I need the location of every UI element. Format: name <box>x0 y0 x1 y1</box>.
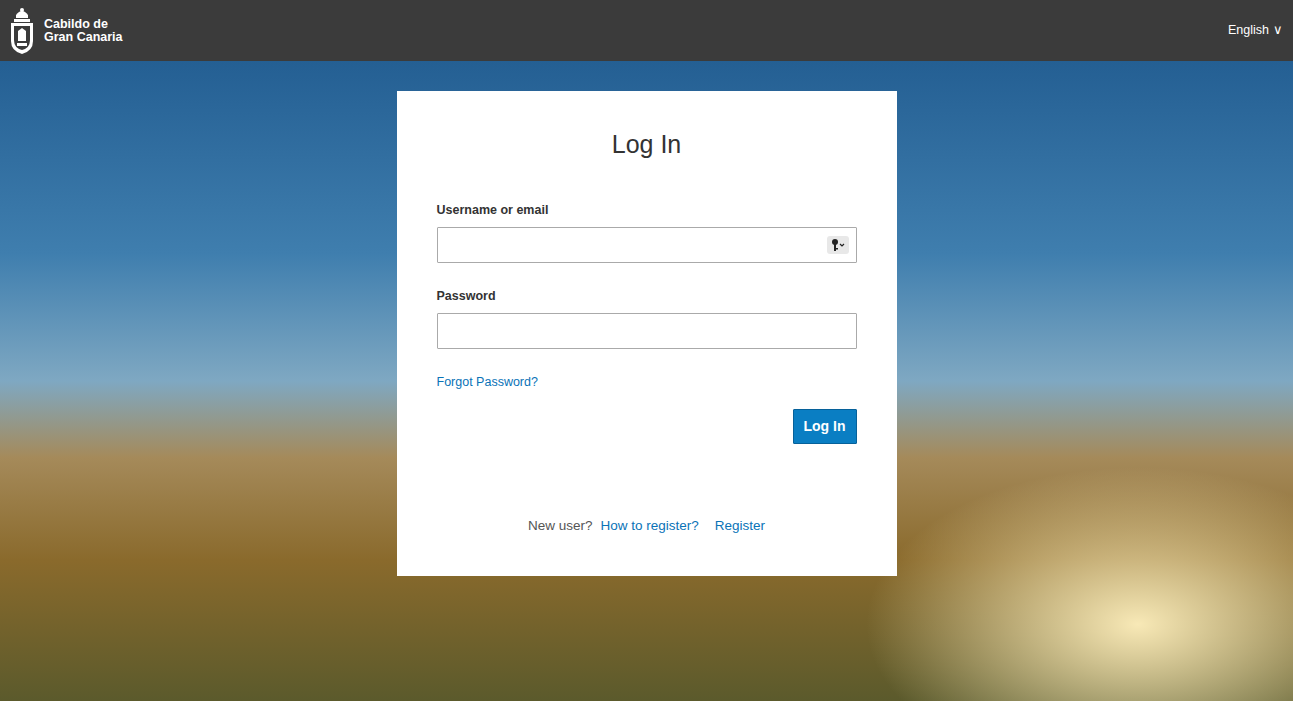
how-to-register-link[interactable]: How to register? <box>600 516 698 536</box>
new-user-prompt: New user? <box>528 516 593 536</box>
language-label[interactable]: English <box>1228 21 1269 40</box>
username-input[interactable] <box>437 227 857 263</box>
password-input[interactable] <box>437 313 857 349</box>
background-photo: Log In Username or email Password F <box>0 61 1293 701</box>
logo-line: Cabildo de <box>44 18 123 31</box>
password-label: Password <box>437 287 857 306</box>
coat-of-arms-icon <box>8 7 36 55</box>
key-icon[interactable] <box>827 236 849 254</box>
forgot-password-link[interactable]: Forgot Password? <box>437 375 538 389</box>
caret-icon[interactable]: ∨ <box>1273 21 1283 40</box>
login-panel: Log In Username or email Password F <box>397 91 897 576</box>
register-row: New user? How to register? Register <box>437 516 857 536</box>
top-bar: Cabildo de Gran Canaria English ∨ <box>0 0 1293 61</box>
username-label: Username or email <box>437 201 857 220</box>
logo-text: Cabildo de Gran Canaria <box>44 18 123 44</box>
language-selector[interactable]: English ∨ <box>1228 21 1283 40</box>
register-link[interactable]: Register <box>715 516 765 536</box>
logo[interactable]: Cabildo de Gran Canaria <box>8 7 123 55</box>
login-button[interactable]: Log In <box>793 409 857 444</box>
logo-line: Gran Canaria <box>44 31 123 44</box>
login-title: Log In <box>437 129 857 159</box>
